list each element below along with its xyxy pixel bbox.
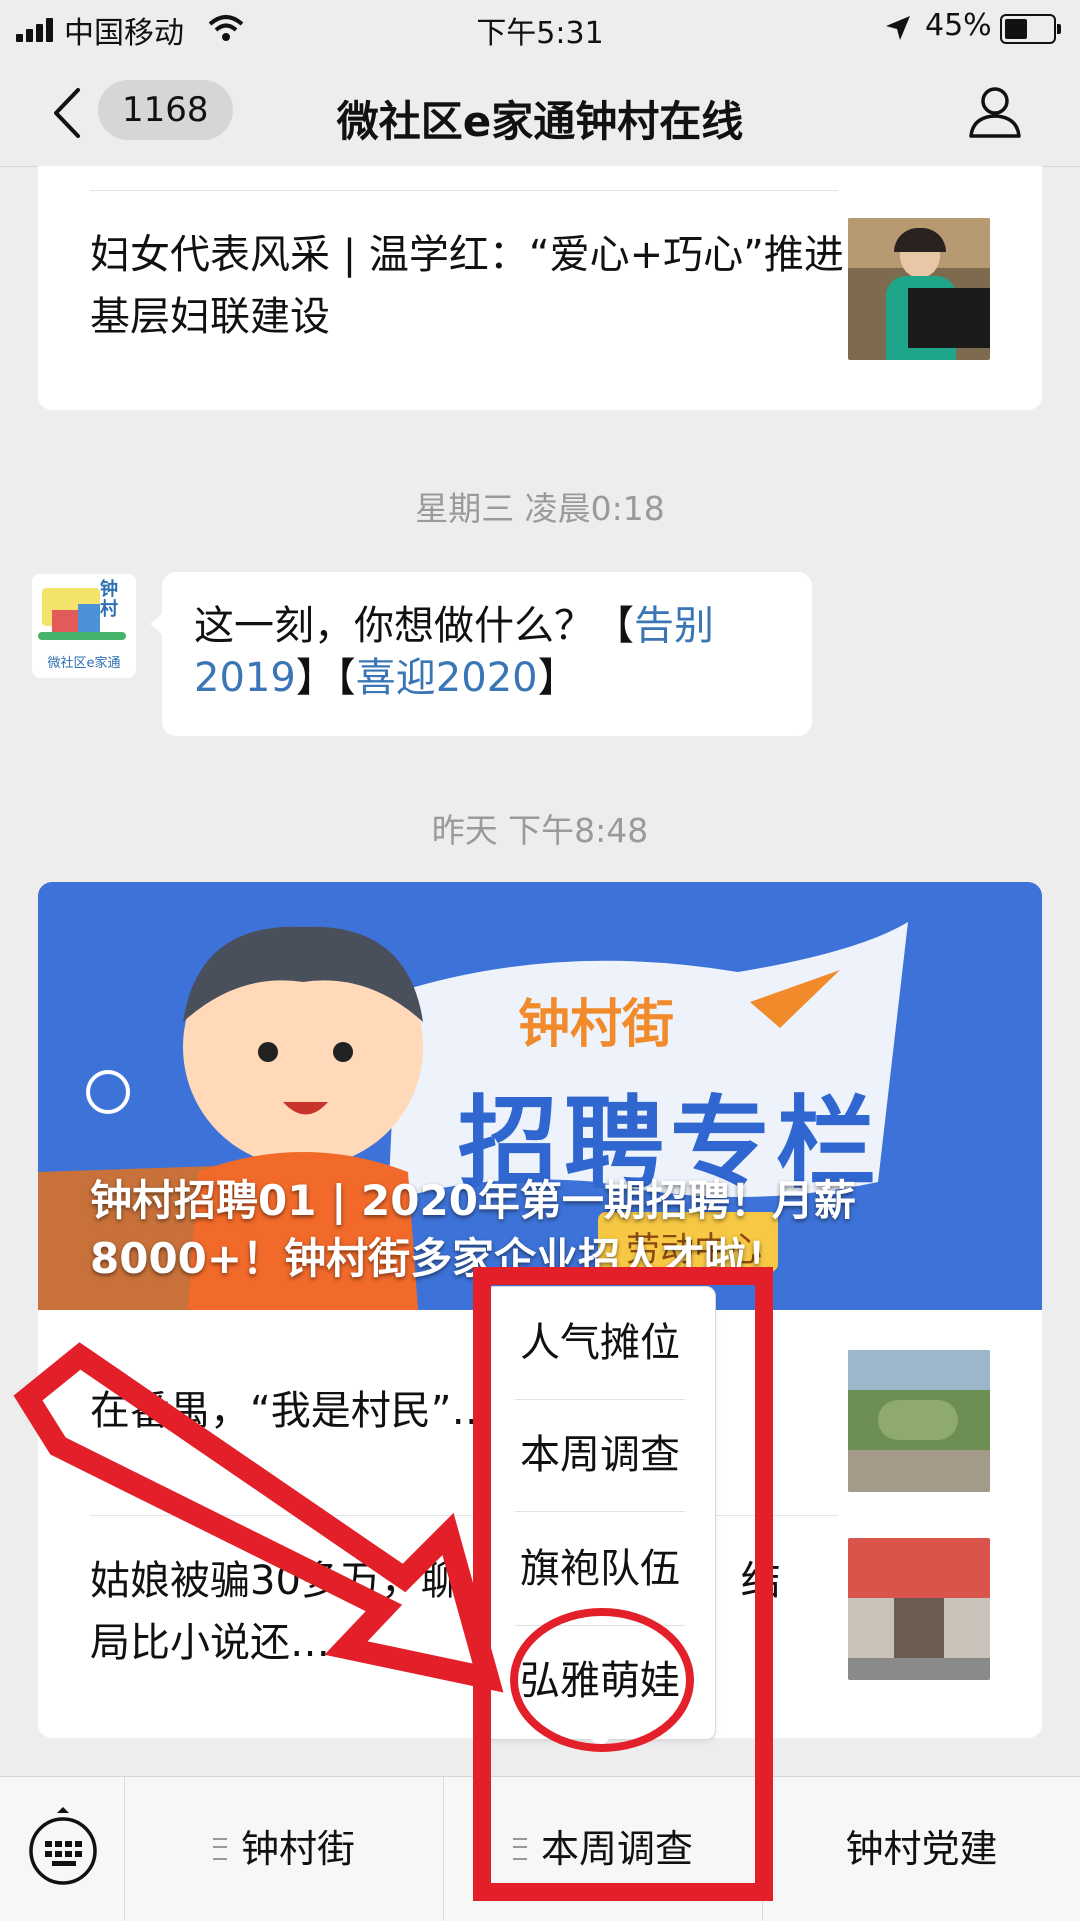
menu-lines-icon [212,1837,227,1860]
avatar-caption: 微社区e家通 [47,656,121,671]
nav-bar: 1168 微社区e家通钟村在线 [0,60,1080,167]
bottom-menu-item-party-building[interactable]: 钟村党建 [763,1777,1080,1921]
battery-icon [1000,14,1061,44]
banner-image[interactable]: 钟村街 招聘专栏 劳动中心 钟村招聘01 | 2020年第一期招聘！月薪8000… [38,882,1042,1310]
battery-percent: 45% [925,8,992,43]
location-arrow-icon [886,16,910,40]
message-text: 这一刻，你想做什么？【 [194,603,634,649]
status-time: 下午5:31 [476,16,604,51]
message-bubble[interactable]: 这一刻，你想做什么？【告别2019】【喜迎2020】 [162,572,812,736]
keyboard-icon [29,1807,97,1885]
divider [90,190,838,191]
article-card-top[interactable]: 妇女代表风采 | 温学红：“爱心+巧心”推进基层妇联建设 [38,166,1042,410]
person-icon[interactable] [968,84,1022,140]
avatar-logo-text: 钟村 [100,579,118,620]
submenu-item-hongya-kids[interactable]: 弘雅萌娃 [485,1625,715,1737]
submenu-item-popular-stalls[interactable]: 人气摊位 [485,1287,715,1399]
page-title: 微社区e家通钟村在线 [336,97,744,146]
submenu-item-weekly-survey[interactable]: 本周调查 [485,1399,715,1511]
divider [515,1511,685,1512]
keyboard-toggle[interactable] [0,1777,124,1921]
bottom-menu-item-zhongcun-street[interactable]: 钟村街 [125,1777,443,1921]
submenu-item-qipao-team[interactable]: 旗袍队伍 [485,1513,715,1625]
menu-lines-icon [512,1837,527,1860]
article-title[interactable]: 妇女代表风采 | 温学红：“爱心+巧心”推进基层妇联建设 [90,224,850,348]
submenu-popup: 人气摊位 本周调查 旗袍队伍 弘雅萌娃 [484,1286,716,1740]
banner-headline[interactable]: 钟村招聘01 | 2020年第一期招聘！月薪8000+！钟村街多家企业招人才啦！ [90,1172,990,1288]
bottom-menu: 钟村街 本周调查 钟村党建 [0,1776,1080,1921]
account-avatar[interactable]: 钟村 微社区e家通 [32,574,136,678]
list-item-thumbnail[interactable] [848,1538,990,1680]
popup-pointer [588,1736,612,1748]
article-thumbnail[interactable] [848,218,990,360]
link-welcome-2020[interactable]: 喜迎2020 [356,655,538,701]
banner-street-label: 钟村街 [518,995,675,1055]
timestamp: 星期三 凌晨0:18 [415,489,665,528]
message-text: 】 [537,655,578,701]
bottom-menu-item-weekly-survey[interactable]: 本周调查 [444,1777,762,1921]
list-item-thumbnail[interactable] [848,1350,990,1492]
timestamp: 昨天 下午8:48 [431,811,649,850]
status-bar: 中国移动 下午5:31 45% [0,0,1080,60]
message-text: 】【 [295,655,356,701]
